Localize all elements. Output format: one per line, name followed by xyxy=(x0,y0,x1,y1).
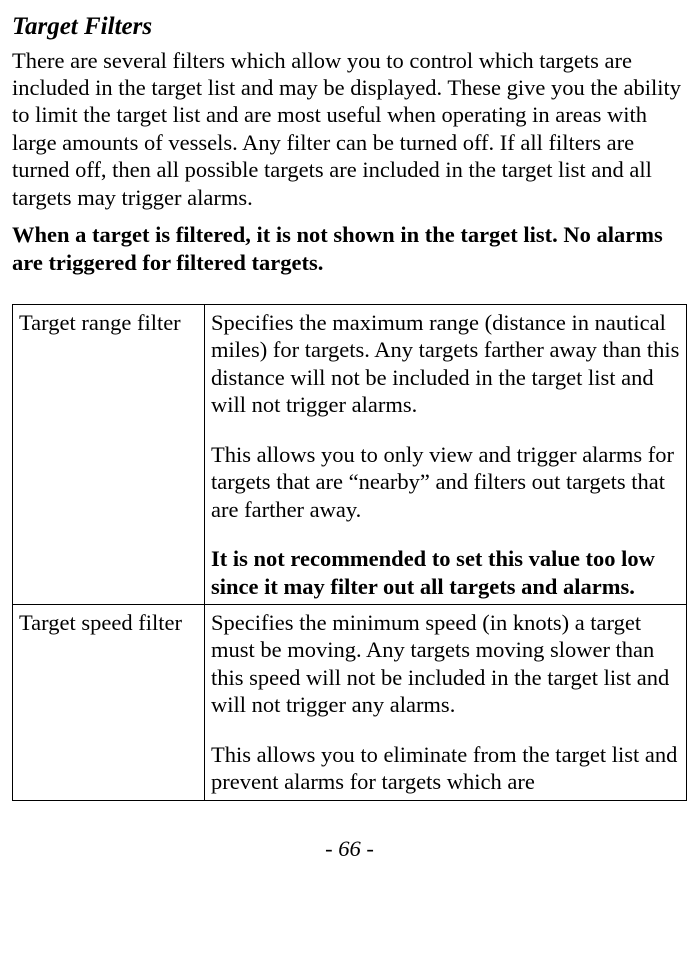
table-row: Target range filter Specifies the maximu… xyxy=(13,305,687,605)
filter-desc-cell: Specifies the minimum speed (in knots) a… xyxy=(205,604,687,800)
intro-paragraph: There are several filters which allow yo… xyxy=(12,47,687,212)
desc-paragraph: Specifies the minimum speed (in knots) a… xyxy=(211,609,680,719)
page-number: - 66 - xyxy=(12,835,687,862)
desc-paragraph: Specifies the maximum range (distance in… xyxy=(211,309,680,419)
filter-name-cell: Target range filter xyxy=(13,305,205,605)
table-row: Target speed filter Specifies the minimu… xyxy=(13,604,687,800)
desc-paragraph: This allows you to only view and trigger… xyxy=(211,441,680,523)
emphasis-paragraph: When a target is filtered, it is not sho… xyxy=(12,221,687,276)
desc-paragraph-bold: It is not recommended to set this value … xyxy=(211,545,680,600)
filter-name-cell: Target speed filter xyxy=(13,604,205,800)
filters-table: Target range filter Specifies the maximu… xyxy=(12,304,687,801)
desc-paragraph: This allows you to eliminate from the ta… xyxy=(211,741,680,796)
section-heading: Target Filters xyxy=(12,12,687,43)
filter-desc-cell: Specifies the maximum range (distance in… xyxy=(205,305,687,605)
